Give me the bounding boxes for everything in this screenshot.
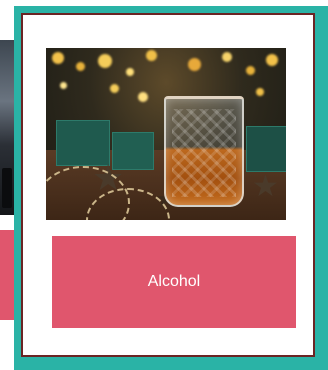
bokeh-light xyxy=(266,54,278,66)
star-decoration-icon: ★ xyxy=(252,170,279,203)
bokeh-light xyxy=(256,88,264,96)
category-label: Alcohol xyxy=(147,273,201,290)
bokeh-light xyxy=(126,68,134,76)
bokeh-light xyxy=(60,82,67,89)
bokeh-light xyxy=(222,52,232,62)
bokeh-light xyxy=(188,58,201,71)
whiskey-glass-photo: ★ ★ ★ xyxy=(46,48,286,220)
previous-category-card[interactable] xyxy=(0,40,14,320)
category-label-button[interactable]: Alcohol xyxy=(52,236,296,328)
selected-category-card-highlight[interactable]: ★ ★ ★ Alcohol xyxy=(14,6,328,370)
bokeh-light xyxy=(98,54,112,68)
bokeh-light xyxy=(146,50,157,61)
car-console-detail xyxy=(2,168,12,208)
bokeh-light xyxy=(138,92,148,102)
category-card-alcohol[interactable]: ★ ★ ★ Alcohol xyxy=(21,13,315,357)
bokeh-light xyxy=(246,66,255,75)
whiskey-glass xyxy=(164,96,244,207)
bokeh-light xyxy=(110,84,119,93)
previous-category-label-box xyxy=(0,230,14,320)
previous-category-photo xyxy=(0,40,14,215)
bokeh-light xyxy=(52,52,64,64)
bokeh-light xyxy=(76,62,85,71)
glass-cut-pattern xyxy=(172,109,236,197)
gift-box xyxy=(246,126,286,172)
